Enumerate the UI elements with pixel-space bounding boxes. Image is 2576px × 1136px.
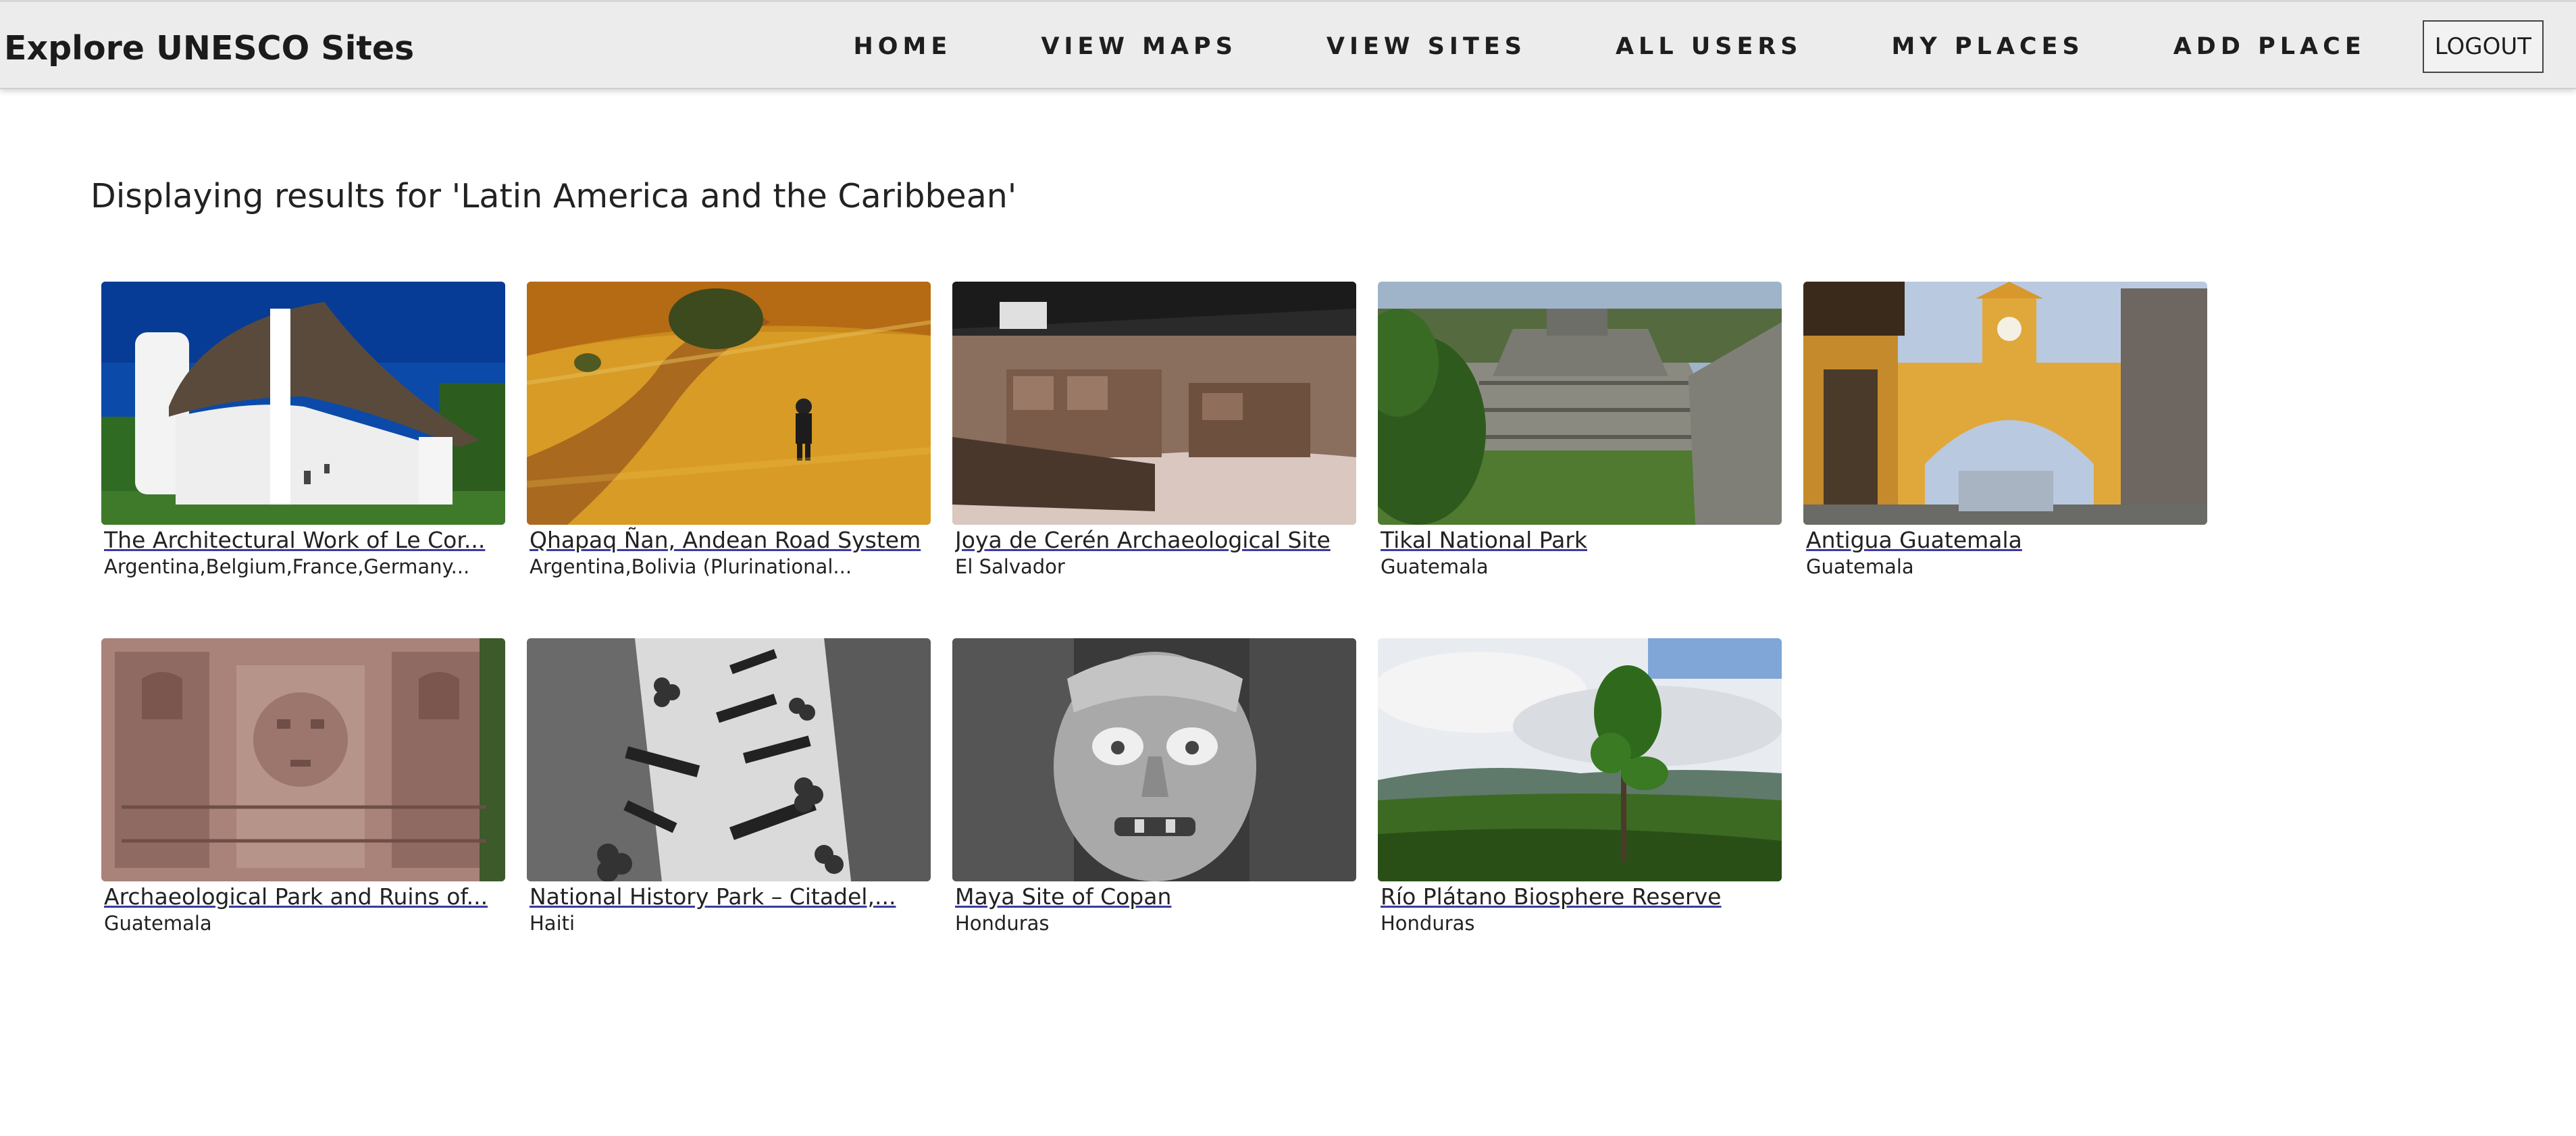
nav-my-places-link[interactable]: MY PLACES [1892, 33, 2084, 60]
nav-home-link[interactable]: HOME [854, 33, 952, 60]
site-thumbnail-9[interactable] [1378, 638, 1782, 881]
site-country: Argentina,Belgium,France,Germany... [104, 555, 470, 578]
excavated-ruins-image [952, 282, 1356, 525]
site-thumbnail-5[interactable] [1803, 282, 2207, 525]
site-name-link[interactable]: Río Plátano Biosphere Reserve [1381, 883, 1782, 911]
site-name-link[interactable]: National History Park – Citadel,... [530, 883, 931, 911]
site-thumbnail-4[interactable] [1378, 282, 1782, 525]
site-country: El Salvador [955, 555, 1065, 578]
modernist-chapel-image [101, 282, 505, 525]
site-country: Guatemala [1806, 555, 1914, 578]
nav-add-place-link[interactable]: ADD PLACE [2173, 33, 2366, 60]
site-thumbnail-8[interactable] [952, 638, 1356, 881]
site-thumbnail-2[interactable] [527, 282, 931, 525]
site-thumbnail-7[interactable] [527, 638, 931, 881]
forest-landscape-image [1378, 638, 1782, 881]
site-card: Joya de Cerén Archaeological Site El Sal… [952, 282, 1356, 638]
logout-button[interactable]: LOGOUT [2422, 20, 2544, 73]
site-country: Guatemala [104, 912, 212, 935]
site-name-link[interactable]: Tikal National Park [1381, 526, 1782, 554]
fortress-cannons-image [527, 638, 931, 881]
maya-temple-image [1378, 282, 1782, 525]
site-thumbnail-6[interactable] [101, 638, 505, 881]
site-card: The Architectural Work of Le Cor... Arge… [101, 282, 505, 638]
andean-hillside-image [527, 282, 931, 525]
site-card: Río Plátano Biosphere Reserve Honduras [1378, 638, 1782, 995]
results-heading: Displaying results for 'Latin America an… [91, 177, 1017, 215]
site-thumbnail-1[interactable] [101, 282, 505, 525]
site-card: National History Park – Citadel,... Hait… [527, 638, 931, 995]
yellow-arch-image [1803, 282, 2207, 525]
site-country: Honduras [1381, 912, 1475, 935]
site-name-link[interactable]: Joya de Cerén Archaeological Site [955, 526, 1356, 554]
site-card: Maya Site of Copan Honduras [952, 638, 1356, 995]
site-name-link[interactable]: Antigua Guatemala [1806, 526, 2207, 554]
top-navbar: Explore UNESCO Sites HOME VIEW MAPS VIEW… [0, 0, 2576, 89]
nav-view-sites-link[interactable]: VIEW SITES [1326, 33, 1526, 60]
site-country: Argentina,Bolivia (Plurinational... [530, 555, 852, 578]
carved-stone-relief-image [101, 638, 505, 881]
site-card: Archaeological Park and Ruins of... Guat… [101, 638, 505, 995]
site-card: Tikal National Park Guatemala [1378, 282, 1782, 638]
nav-view-maps-link[interactable]: VIEW MAPS [1041, 33, 1237, 60]
site-grid: The Architectural Work of Le Cor... Arge… [101, 282, 2330, 995]
site-card: Qhapaq Ñan, Andean Road System Argentina… [527, 282, 931, 638]
site-card: Antigua Guatemala Guatemala [1803, 282, 2207, 638]
nav-all-users-link[interactable]: ALL USERS [1616, 33, 1803, 60]
site-country: Honduras [955, 912, 1050, 935]
site-name-link[interactable]: Maya Site of Copan [955, 883, 1356, 911]
site-brand[interactable]: Explore UNESCO Sites [4, 2, 414, 91]
site-thumbnail-3[interactable] [952, 282, 1356, 525]
stone-head-sculpture-image [952, 638, 1356, 881]
site-country: Guatemala [1381, 555, 1489, 578]
nav-links: HOME VIEW MAPS VIEW SITES ALL USERS MY P… [854, 2, 2576, 91]
site-country: Haiti [530, 912, 575, 935]
site-name-link[interactable]: Qhapaq Ñan, Andean Road System [530, 526, 931, 554]
site-name-link[interactable]: The Architectural Work of Le Cor... [104, 526, 505, 554]
site-name-link[interactable]: Archaeological Park and Ruins of... [104, 883, 505, 911]
